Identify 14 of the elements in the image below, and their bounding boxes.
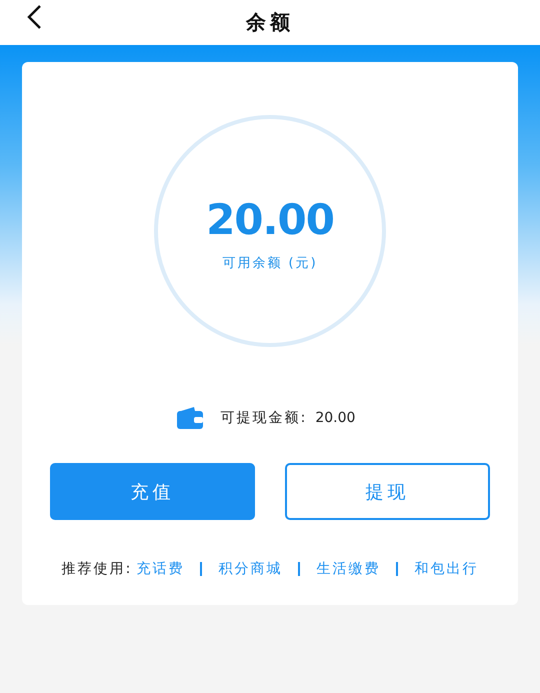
- recommend-link[interactable]: 积分商城: [218, 560, 282, 578]
- withdraw-button[interactable]: 提现: [285, 463, 490, 520]
- recharge-button[interactable]: 充值: [50, 463, 255, 520]
- wallet-icon: [176, 407, 203, 429]
- back-icon[interactable]: [26, 4, 42, 30]
- balance-amount: 20.00: [206, 194, 334, 244]
- recommend-label: 推荐使用:: [62, 560, 132, 578]
- recommend-link[interactable]: 生活缴费: [316, 560, 380, 578]
- balance-label: 可用余额 (元): [222, 254, 318, 272]
- withdrawable-amount: 20.00: [315, 410, 356, 426]
- recommend-link[interactable]: 和包出行: [414, 560, 478, 578]
- withdrawable-label: 可提现金额:: [220, 409, 308, 427]
- recommend-link[interactable]: 充话费: [136, 560, 184, 578]
- page-title: 余额: [246, 9, 294, 36]
